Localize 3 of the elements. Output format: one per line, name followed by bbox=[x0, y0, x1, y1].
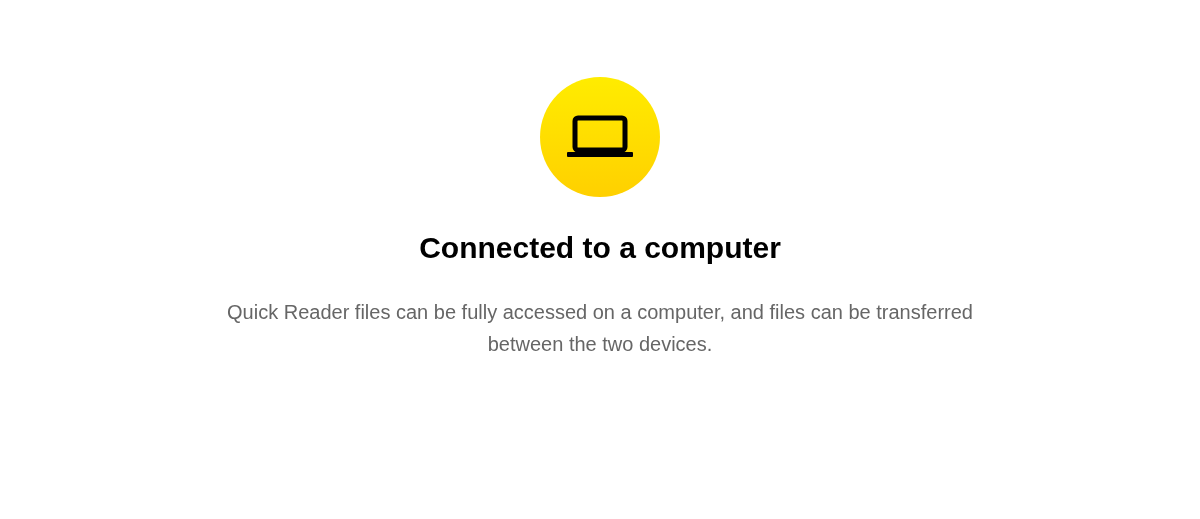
description: Quick Reader files can be fully accessed on a computer, and files can be transferred between the two devices. bbox=[226, 300, 974, 357]
laptop-icon bbox=[567, 115, 633, 159]
title: Connected to a computer bbox=[419, 230, 781, 266]
